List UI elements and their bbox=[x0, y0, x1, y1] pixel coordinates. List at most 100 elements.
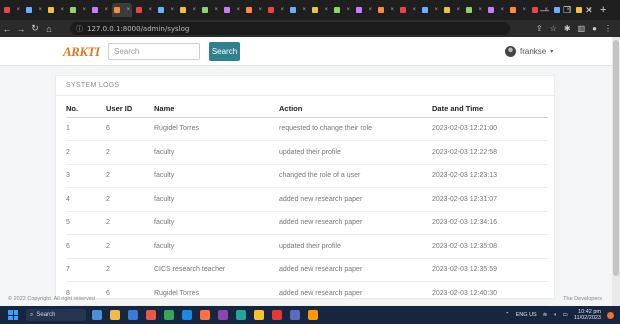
tab-close-icon[interactable]: × bbox=[456, 7, 460, 13]
clock[interactable]: 10:42 pm 11/02/2023 bbox=[574, 309, 601, 321]
tab-close-icon[interactable]: × bbox=[214, 7, 218, 13]
language-indicator[interactable]: ENG US bbox=[516, 312, 537, 318]
browser-tab[interactable]: × bbox=[442, 3, 462, 17]
search-button[interactable]: Search bbox=[209, 42, 240, 61]
wifi-icon[interactable]: ≋ bbox=[543, 312, 548, 318]
browser-tab[interactable]: × bbox=[354, 3, 374, 17]
battery-icon[interactable]: ▭ bbox=[563, 312, 568, 318]
browser-tab[interactable]: × bbox=[178, 3, 198, 17]
taskbar-app-icon[interactable] bbox=[182, 310, 192, 320]
tab-close-icon[interactable]: × bbox=[302, 7, 306, 13]
browser-tab[interactable]: × bbox=[222, 3, 242, 17]
user-menu[interactable]: frankse ▾ bbox=[505, 46, 553, 57]
tab-close-icon[interactable]: × bbox=[38, 7, 42, 13]
tab-close-icon[interactable]: × bbox=[16, 7, 20, 13]
cell-name: faculty bbox=[154, 164, 279, 188]
browser-tab[interactable]: × bbox=[376, 3, 396, 17]
tab-close-icon[interactable]: × bbox=[258, 7, 262, 13]
new-tab-button[interactable]: + bbox=[600, 4, 606, 16]
minimize-icon[interactable]: — bbox=[540, 5, 549, 15]
taskbar-app-icon[interactable] bbox=[254, 310, 264, 320]
tab-close-icon[interactable]: × bbox=[104, 7, 108, 13]
chevron-up-icon[interactable]: ⌃ bbox=[505, 312, 510, 318]
tab-close-icon[interactable]: × bbox=[192, 7, 196, 13]
windows-start-icon[interactable] bbox=[8, 310, 18, 320]
cell-no: 2 bbox=[66, 140, 106, 165]
scrollbar-thumb[interactable] bbox=[613, 40, 619, 276]
browser-tab[interactable]: × bbox=[2, 3, 22, 17]
browser-tab[interactable]: × bbox=[508, 3, 528, 17]
browser-tab[interactable]: × bbox=[486, 3, 506, 17]
tab-favicon-icon bbox=[422, 7, 428, 13]
tab-close-icon[interactable]: × bbox=[82, 7, 86, 13]
tab-close-icon[interactable]: × bbox=[500, 7, 504, 13]
site-logo[interactable]: ARKTI bbox=[63, 44, 100, 60]
taskbar-search[interactable]: ⌕ Search bbox=[26, 309, 86, 321]
taskbar-app-icon[interactable] bbox=[110, 310, 120, 320]
omnibox[interactable]: ⓘ 127.0.0.1:8000/admin/syslog bbox=[70, 22, 510, 35]
reload-icon[interactable]: ↻ bbox=[28, 23, 42, 34]
taskbar-app-icon[interactable] bbox=[272, 310, 282, 320]
cell-user-id: 6 bbox=[106, 117, 154, 141]
browser-tab[interactable]: × bbox=[464, 3, 484, 17]
browser-tab[interactable]: × bbox=[332, 3, 352, 17]
browser-tab[interactable]: × bbox=[266, 3, 286, 17]
taskbar-app-icon[interactable] bbox=[308, 310, 318, 320]
tab-favicon-icon bbox=[114, 7, 120, 13]
profile-icon[interactable]: ● bbox=[592, 24, 597, 33]
share-icon[interactable]: ⇪ bbox=[536, 24, 543, 33]
tab-close-icon[interactable]: × bbox=[346, 7, 350, 13]
tab-close-icon[interactable]: × bbox=[60, 7, 64, 13]
tab-close-icon[interactable]: × bbox=[324, 7, 328, 13]
tab-close-icon[interactable]: × bbox=[390, 7, 394, 13]
browser-tab[interactable]: × bbox=[200, 3, 220, 17]
browser-tab[interactable]: × bbox=[134, 3, 154, 17]
menu-icon[interactable]: ⋮ bbox=[604, 24, 612, 33]
browser-tab[interactable]: × bbox=[156, 3, 176, 17]
tab-close-icon[interactable]: × bbox=[368, 7, 372, 13]
back-icon[interactable]: ← bbox=[0, 24, 14, 34]
browser-tab[interactable]: × bbox=[420, 3, 440, 17]
tab-close-icon[interactable]: × bbox=[478, 7, 482, 13]
tab-close-icon[interactable]: × bbox=[412, 7, 416, 13]
card-title: SYSTEM LOGS bbox=[66, 82, 120, 89]
taskbar-app-icon[interactable] bbox=[92, 310, 102, 320]
browser-tab[interactable]: × bbox=[288, 3, 308, 17]
browser-tab[interactable]: × bbox=[24, 3, 44, 17]
column-header-action: Action bbox=[279, 100, 432, 118]
footer-developers-link[interactable]: The Developers bbox=[563, 296, 602, 302]
bookmark-star-icon[interactable]: ☆ bbox=[550, 24, 557, 33]
home-icon[interactable]: ⌂ bbox=[42, 24, 56, 34]
maximize-icon[interactable]: ❐ bbox=[563, 5, 571, 16]
browser-tab[interactable]: × bbox=[112, 3, 132, 17]
browser-tab[interactable]: × bbox=[68, 3, 88, 17]
notification-icon[interactable] bbox=[607, 311, 614, 319]
tab-close-icon[interactable]: × bbox=[280, 7, 284, 13]
taskbar-app-icon[interactable] bbox=[218, 310, 228, 320]
cell-user-id: 2 bbox=[106, 187, 154, 212]
taskbar-app-icon[interactable] bbox=[200, 310, 210, 320]
site-info-icon[interactable]: ⓘ bbox=[76, 24, 83, 34]
tab-close-icon[interactable]: × bbox=[126, 7, 130, 13]
taskbar-app-icon[interactable] bbox=[290, 310, 300, 320]
tab-close-icon[interactable]: × bbox=[236, 7, 240, 13]
tab-close-icon[interactable]: × bbox=[148, 7, 152, 13]
search-input[interactable] bbox=[108, 43, 200, 60]
taskbar-app-icon[interactable] bbox=[146, 310, 156, 320]
sidebar-icon[interactable]: ▥ bbox=[578, 24, 586, 33]
forward-icon[interactable]: → bbox=[14, 24, 28, 34]
browser-tab[interactable]: × bbox=[46, 3, 66, 17]
browser-tab[interactable]: × bbox=[398, 3, 418, 17]
browser-tab[interactable]: × bbox=[244, 3, 264, 17]
taskbar-app-icon[interactable] bbox=[236, 310, 246, 320]
extensions-icon[interactable]: ✱ bbox=[564, 24, 571, 33]
tab-close-icon[interactable]: × bbox=[434, 7, 438, 13]
volume-icon[interactable]: ◖ bbox=[553, 312, 556, 318]
tab-close-icon[interactable]: × bbox=[522, 7, 526, 13]
tab-close-icon[interactable]: × bbox=[170, 7, 174, 13]
browser-tab[interactable]: × bbox=[90, 3, 110, 17]
taskbar-app-icon[interactable] bbox=[164, 310, 174, 320]
taskbar-app-icon[interactable] bbox=[128, 310, 138, 320]
browser-tab[interactable]: × bbox=[310, 3, 330, 17]
close-icon[interactable]: ✕ bbox=[585, 5, 593, 16]
